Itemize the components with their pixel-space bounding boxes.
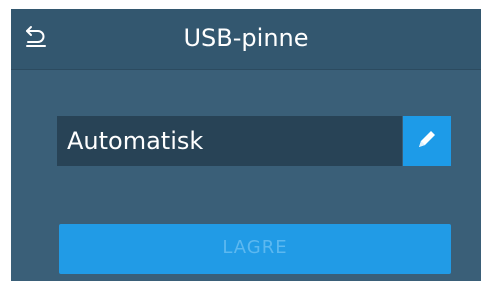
save-button[interactable]: LAGRE	[59, 224, 451, 274]
header-divider	[11, 69, 481, 70]
header-bar: USB-pinne	[11, 9, 481, 69]
edit-button[interactable]	[403, 116, 451, 166]
back-arrow-icon	[25, 24, 47, 52]
pencil-icon	[415, 127, 439, 155]
usb-settings-screen: USB-pinne Automatisk LAGRE	[11, 9, 481, 281]
page-title: USB-pinne	[183, 24, 309, 52]
back-button[interactable]	[21, 23, 51, 53]
usb-mode-field[interactable]: Automatisk	[57, 116, 402, 166]
